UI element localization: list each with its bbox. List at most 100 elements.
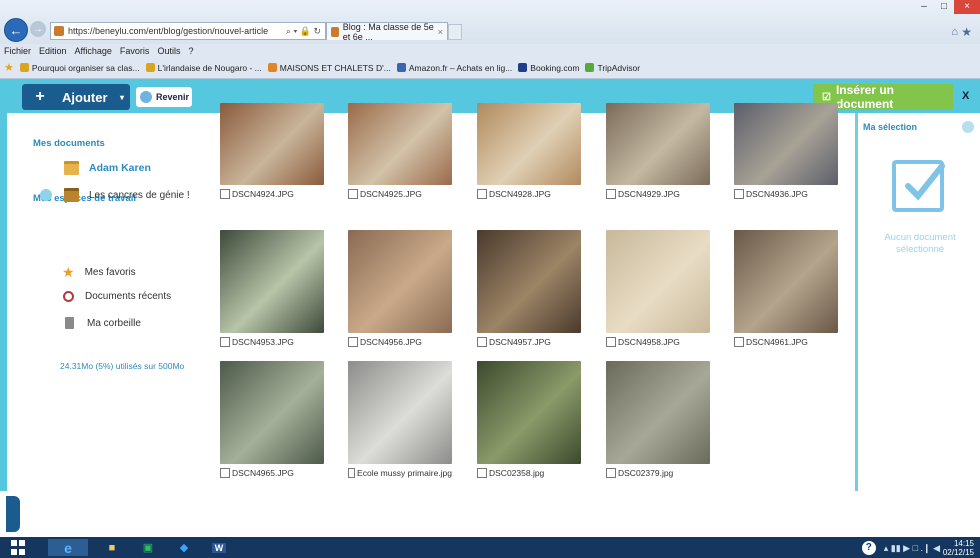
favorite-favicon-icon — [145, 63, 155, 72]
menu-item[interactable]: Edition — [39, 46, 67, 56]
site-favicon-icon — [54, 26, 64, 36]
image-thumbnail[interactable] — [220, 361, 324, 464]
new-tab-button[interactable] — [448, 24, 462, 40]
image-caption: DSCN4929.JPG — [606, 189, 710, 199]
image-card[interactable]: DSCN4956.JPG — [348, 230, 452, 347]
menu-item[interactable]: Affichage — [75, 46, 112, 56]
browser-forward-button[interactable]: → — [30, 21, 46, 37]
favorites-star-icon-small[interactable]: ★ — [4, 61, 14, 74]
menu-item[interactable]: ? — [188, 46, 193, 56]
close-window-button[interactable]: × — [954, 0, 980, 14]
clock[interactable]: 14:15 02/12/15 — [943, 539, 974, 557]
image-checkbox[interactable] — [348, 337, 358, 347]
image-thumbnail[interactable] — [477, 103, 581, 185]
image-caption: DSCN4957.JPG — [477, 337, 581, 347]
image-grid: DSCN4924.JPG DSCN4925.JPG DSCN4928.JPG DSCN… — [214, 103, 854, 491]
image-card[interactable]: Ecole mussy primaire.jpg — [348, 361, 452, 478]
image-caption: DSCN4925.JPG — [348, 189, 452, 199]
sidebar-item-recent[interactable]: Documents récents — [63, 291, 171, 302]
image-checkbox[interactable] — [220, 468, 230, 478]
image-checkbox[interactable] — [606, 468, 616, 478]
windows-start-icon[interactable] — [10, 539, 26, 556]
image-card[interactable]: DSCN4928.JPG — [477, 103, 581, 199]
sidebar-item-my-documents[interactable]: Adam Karen — [64, 161, 151, 175]
image-thumbnail[interactable] — [220, 230, 324, 333]
tray-icons[interactable]: ▴ ▮▮ ▶ □ .❙ ◀ — [884, 543, 940, 554]
favorite-link[interactable]: L'irlandaise de Nougaro - ... — [145, 63, 262, 73]
tab-blog[interactable]: Blog : Ma classe de 5e et 6e ... × — [326, 21, 448, 42]
image-card[interactable]: DSC02379.jpg — [606, 361, 710, 478]
image-checkbox[interactable] — [734, 189, 744, 199]
image-thumbnail[interactable] — [606, 103, 710, 185]
image-thumbnail[interactable] — [348, 103, 452, 185]
image-checkbox[interactable] — [220, 337, 230, 347]
favorite-link[interactable]: Amazon.fr – Achats en lig... — [396, 63, 512, 73]
favorite-link[interactable]: MAISONS ET CHALETS D'... — [267, 63, 391, 73]
sidebar-item-workspace[interactable]: Les cancres de génie ! — [40, 186, 190, 204]
image-checkbox[interactable] — [477, 337, 487, 347]
add-button[interactable]: + Ajouter ▾ — [22, 84, 130, 110]
image-card[interactable]: DSCN4961.JPG — [734, 230, 838, 347]
image-checkbox[interactable] — [477, 468, 487, 478]
image-checkbox[interactable] — [348, 468, 356, 478]
image-checkbox[interactable] — [606, 189, 616, 199]
menu-item[interactable]: Fichier — [4, 46, 31, 56]
image-filename: DSCN4957.JPG — [489, 337, 551, 347]
image-thumbnail[interactable] — [220, 103, 324, 185]
image-thumbnail[interactable] — [606, 230, 710, 333]
minimize-button[interactable]: – — [914, 0, 934, 14]
image-thumbnail[interactable] — [348, 361, 452, 464]
image-card[interactable]: DSCN4958.JPG — [606, 230, 710, 347]
image-filename: DSCN4924.JPG — [232, 189, 294, 199]
menu-item[interactable]: Outils — [157, 46, 180, 56]
image-filename: DSCN4958.JPG — [618, 337, 680, 347]
image-card[interactable]: DSCN4957.JPG — [477, 230, 581, 347]
close-panel-button[interactable]: X — [962, 90, 969, 102]
store-icon[interactable]: ▣ — [134, 539, 162, 556]
menu-item[interactable]: Favoris — [120, 46, 150, 56]
browser-back-button[interactable]: ← — [4, 18, 28, 42]
image-card[interactable]: DSCN4936.JPG — [734, 103, 838, 199]
image-card[interactable]: DSCN4924.JPG — [220, 103, 324, 199]
image-thumbnail[interactable] — [734, 230, 838, 333]
sidebar-item-trash[interactable]: Ma corbeille — [63, 317, 141, 329]
file-explorer-icon[interactable]: ■ — [98, 539, 126, 556]
selection-toggle-icon[interactable] — [962, 121, 974, 133]
image-thumbnail[interactable] — [477, 230, 581, 333]
image-thumbnail[interactable] — [606, 361, 710, 464]
image-checkbox[interactable] — [734, 337, 744, 347]
image-checkbox[interactable] — [220, 189, 230, 199]
image-card[interactable]: DSCN4925.JPG — [348, 103, 452, 199]
menu-bar: Fichier Edition Affichage Favoris Outils? — [0, 44, 980, 57]
favorites-star-icon[interactable]: ★ — [961, 25, 972, 39]
tab-close-icon[interactable]: × — [438, 27, 447, 37]
image-thumbnail[interactable] — [477, 361, 581, 464]
shield-icon[interactable]: ◆ — [170, 539, 198, 556]
image-card[interactable]: DSCN4953.JPG — [220, 230, 324, 347]
address-bar[interactable]: https://beneylu.com/ent/blog/gestion/nou… — [50, 22, 326, 40]
recent-label: Documents récents — [85, 291, 172, 302]
expand-icon[interactable] — [40, 189, 52, 201]
help-icon[interactable]: ? — [861, 541, 876, 555]
internet-explorer-icon[interactable]: e — [48, 539, 88, 556]
chevron-down-icon[interactable]: ▾ — [120, 93, 124, 102]
sidebar-item-favorites[interactable]: ★ Mes favoris — [62, 264, 136, 281]
back-button[interactable]: Revenir — [136, 87, 192, 107]
image-thumbnail[interactable] — [734, 103, 838, 185]
favorite-link[interactable]: TripAdvisor — [585, 63, 640, 73]
maximize-button[interactable]: □ — [934, 0, 954, 14]
tab-title: Blog : Ma classe de 5e et 6e ... — [342, 21, 434, 42]
image-card[interactable]: DSCN4965.JPG — [220, 361, 324, 478]
favorite-link[interactable]: Booking.com — [518, 63, 579, 73]
image-card[interactable]: DSC02358.jpg — [477, 361, 581, 478]
word-icon[interactable]: W — [206, 539, 232, 556]
image-checkbox[interactable] — [348, 189, 358, 199]
image-thumbnail[interactable] — [348, 230, 452, 333]
bottom-accent-tab[interactable] — [6, 496, 20, 532]
image-checkbox[interactable] — [606, 337, 616, 347]
home-icon[interactable]: ⌂ — [951, 26, 958, 38]
image-card[interactable]: DSCN4929.JPG — [606, 103, 710, 199]
address-controls-icon[interactable]: ⌕ ▾ 🔒 ↻ — [286, 26, 325, 37]
favorite-link[interactable]: Pourquoi organiser sa clas... — [19, 63, 140, 73]
image-checkbox[interactable] — [477, 189, 487, 199]
